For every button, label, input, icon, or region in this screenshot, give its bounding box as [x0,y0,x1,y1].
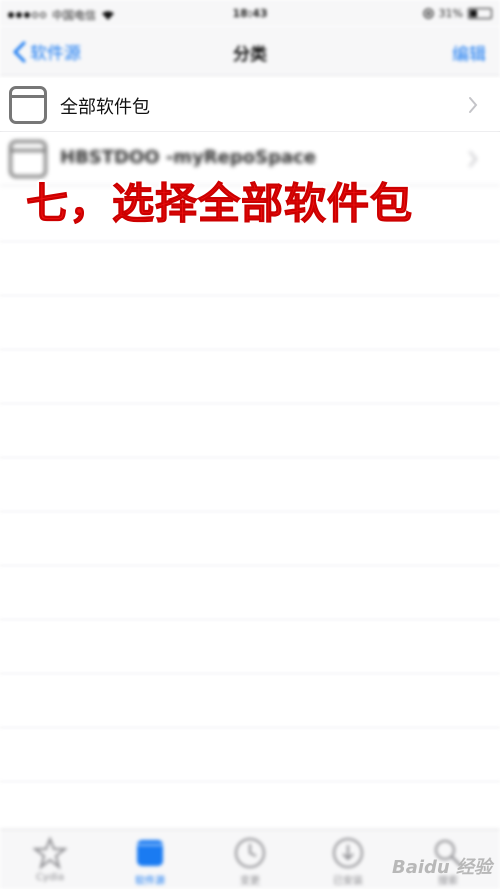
empty-rows [0,188,500,782]
star-icon [33,836,67,870]
chevron-right-icon [469,151,478,167]
tab-changes[interactable]: 变更 [220,836,280,887]
tab-sources[interactable]: 软件源 [120,836,180,887]
page-title: 分类 [233,45,267,65]
clock-icon [235,838,265,868]
phone-screen: 中国电信 18:43 31% 软件源 分类 编辑 全部软件包 HBSTDOO -… [0,0,500,889]
download-icon [333,838,363,868]
tutorial-annotation: 七，选择全部软件包 [25,179,414,229]
tab-label: Cydia [35,872,65,883]
navigation-bar: 软件源 分类 编辑 [0,26,500,76]
battery-percent: 31% [438,7,463,20]
tab-label: 软件源 [135,876,165,887]
list-item-all-packages[interactable]: 全部软件包 [0,78,500,132]
edit-button[interactable]: 编辑 [452,40,486,65]
tab-installed[interactable]: 已安装 [318,836,378,887]
sources-icon [137,840,163,866]
folder-icon [9,86,47,124]
status-right: 31% [422,7,492,20]
orientation-lock-icon [422,8,434,19]
chevron-right-icon [469,97,478,113]
tab-label: 变更 [240,876,260,887]
list-item-label: HBSTDOO -myRepoSpace [60,147,316,168]
battery-icon [468,8,492,19]
tab-label: 已安装 [333,876,363,887]
tab-cydia[interactable]: Cydia [20,836,80,883]
status-bar: 中国电信 18:43 31% [0,0,500,26]
baidu-watermark: Baidu 经验 [391,857,492,878]
list-item-label: 全部软件包 [60,97,150,118]
